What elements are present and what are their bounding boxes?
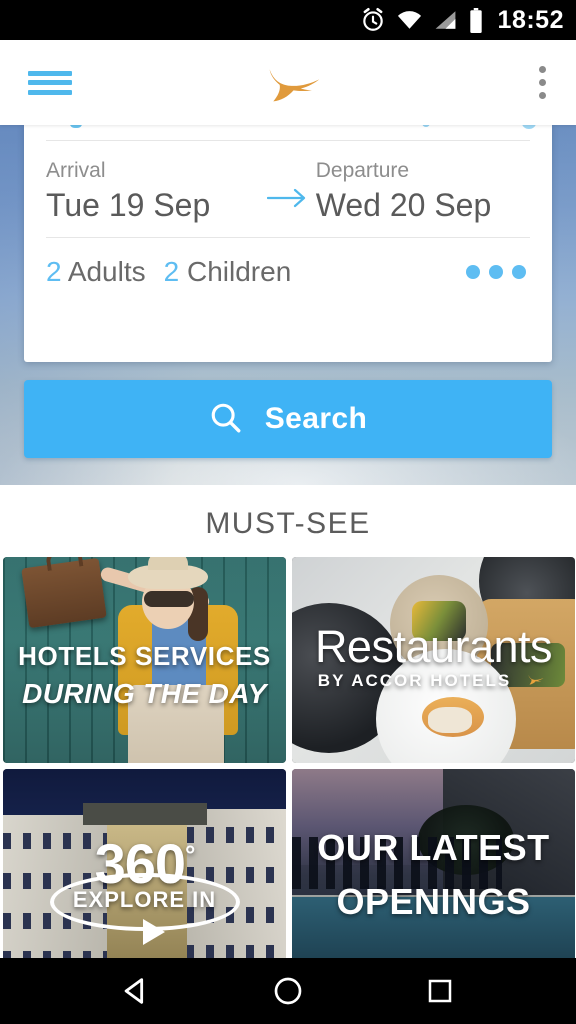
app-bar	[0, 40, 576, 125]
home-circle-icon[interactable]	[253, 958, 323, 1024]
accor-bird-mark-icon	[519, 671, 549, 691]
tile-line2: EXPLORE IN	[72, 887, 217, 912]
departure-field[interactable]: Departure Wed 20 Sep	[316, 159, 530, 223]
arrival-field[interactable]: Arrival Tue 19 Sep	[46, 159, 260, 223]
recents-square-icon[interactable]	[405, 958, 475, 1024]
status-bar: 18:52	[0, 0, 576, 40]
must-see-section: MUST-SEE HOTELS SERVICES DURING THE DAY …	[0, 485, 576, 975]
adults-count: 2	[46, 256, 62, 288]
tile-line2-wrap: BY ACCOR HOTELS	[292, 671, 575, 691]
tile-line2: BY ACCOR HOTELS	[317, 671, 512, 690]
departure-label: Departure	[315, 159, 410, 182]
hamburger-menu-icon[interactable]	[28, 68, 72, 98]
search-icon	[209, 401, 243, 438]
orbit-arrow-icon	[142, 919, 165, 945]
tile-line2: DURING THE DAY	[22, 678, 267, 709]
status-bar-clock: 18:52	[497, 5, 564, 34]
dates-row: Arrival Tue 19 Sep Departure Wed 20 Sep	[24, 141, 552, 237]
back-triangle-icon[interactable]	[101, 958, 171, 1024]
children-label: Children	[187, 256, 292, 288]
tile-caption: HOTELS SERVICES DURING THE DAY	[3, 641, 286, 710]
cellular-signal-icon	[433, 9, 458, 31]
alarm-icon	[360, 7, 386, 33]
android-navigation-bar	[0, 958, 576, 1024]
accor-hotels-bird-logo	[0, 60, 576, 106]
tile-line2: OPENINGS	[336, 881, 531, 922]
phone-screen: 18:52 Arrival Tue 19 Sep Departure Wed 2…	[0, 0, 576, 1024]
tile-line1: OUR LATEST	[317, 827, 550, 868]
occupancy-row: 2 Adults 2 Children	[24, 238, 552, 288]
tile-line1: Restaurants	[314, 621, 553, 672]
must-see-grid: HOTELS SERVICES DURING THE DAY Restauran…	[0, 557, 576, 975]
adults-label: Adults	[67, 256, 146, 288]
arrival-label: Arrival	[46, 159, 106, 182]
degree-symbol: °	[185, 839, 195, 870]
tile-caption: Restaurants BY ACCOR HOTELS	[292, 621, 575, 691]
wifi-icon	[396, 9, 423, 31]
more-options-dots-icon[interactable]	[466, 265, 526, 280]
tile-hotels-services[interactable]: HOTELS SERVICES DURING THE DAY	[3, 557, 286, 763]
departure-value: Wed 20 Sep	[315, 187, 492, 224]
search-button-label: Search	[264, 402, 368, 435]
search-button[interactable]: Search	[24, 380, 552, 458]
tile-line1: HOTELS SERVICES	[18, 641, 271, 671]
tile-latest-openings[interactable]: OUR LATEST OPENINGS	[292, 769, 575, 975]
tile-restaurants[interactable]: Restaurants BY ACCOR HOTELS	[292, 557, 575, 763]
overflow-menu-icon[interactable]	[539, 66, 546, 99]
tile-360-explore[interactable]: 360° EXPLORE IN	[3, 769, 286, 975]
children-field[interactable]: 2 Children	[164, 256, 292, 288]
battery-icon	[468, 7, 484, 33]
must-see-title: MUST-SEE	[205, 507, 371, 540]
adults-field[interactable]: 2 Adults	[46, 256, 146, 288]
tile-caption: OUR LATEST OPENINGS	[292, 827, 575, 923]
children-count: 2	[163, 256, 180, 288]
search-card: Arrival Tue 19 Sep Departure Wed 20 Sep …	[24, 122, 552, 362]
arrow-right-icon	[260, 159, 315, 209]
arrival-value: Tue 19 Sep	[46, 187, 211, 224]
